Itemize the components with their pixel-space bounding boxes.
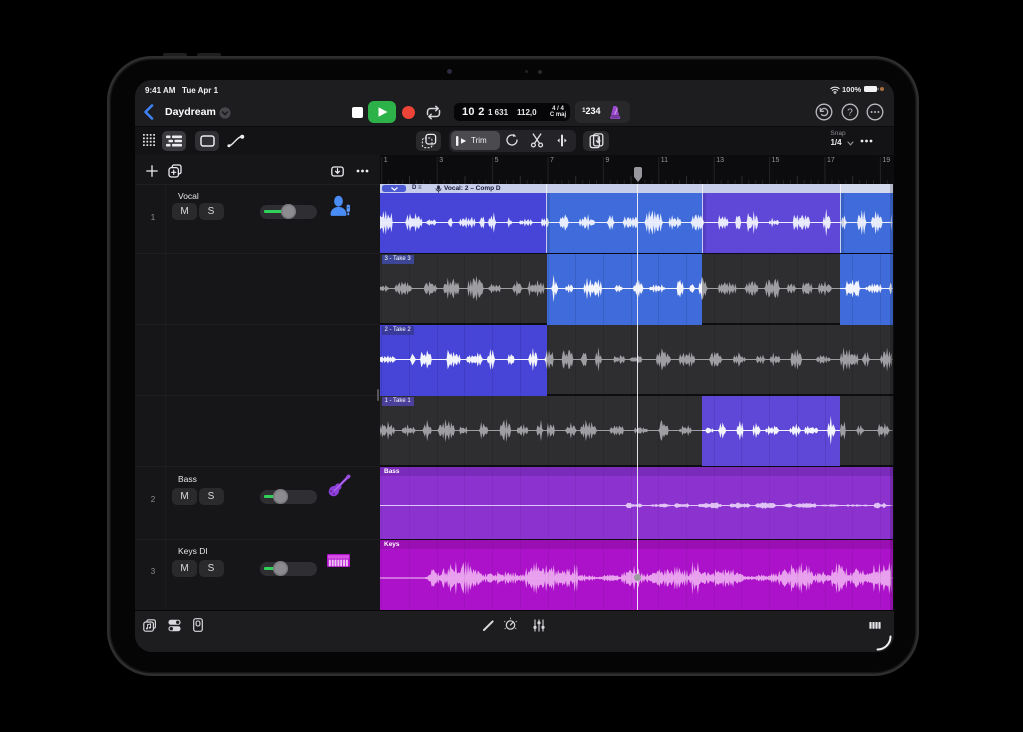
svg-text:?: ? [847, 108, 853, 119]
